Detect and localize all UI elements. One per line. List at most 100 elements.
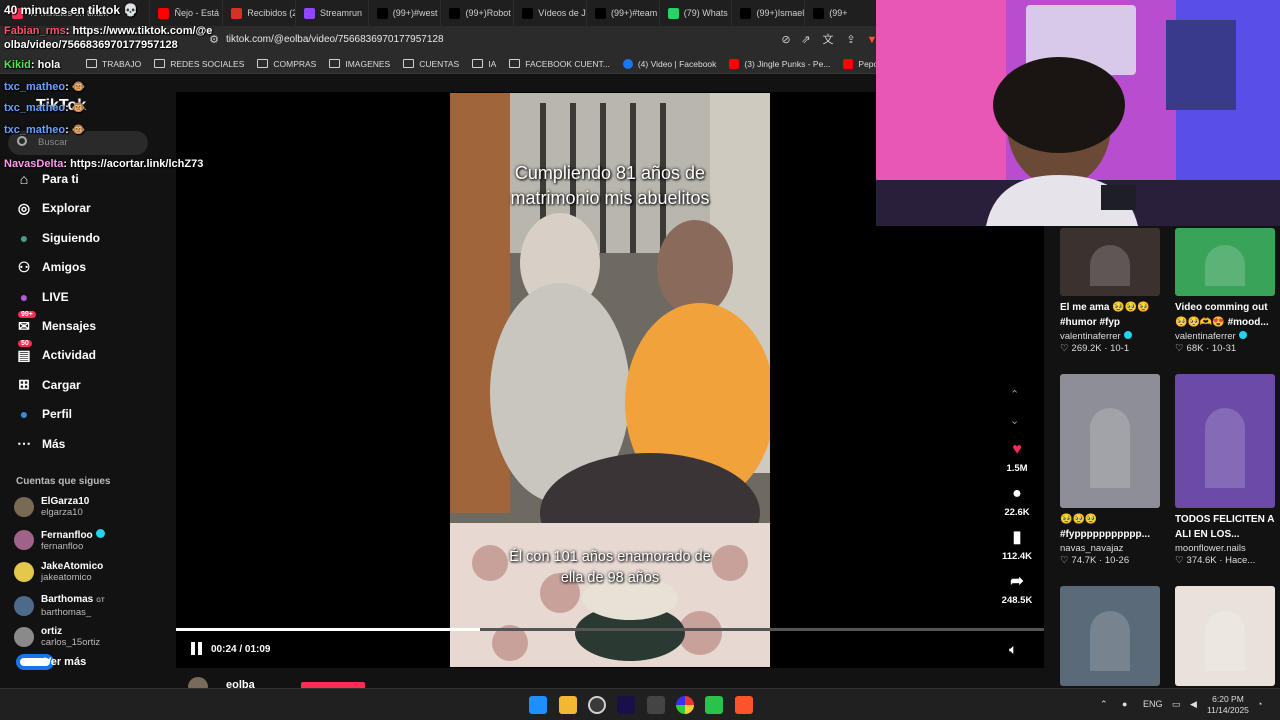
following-icon: ● [19,229,29,246]
video-title[interactable]: El me ama 🥹🥹🥹 #humor #fyp [1060,300,1160,330]
premiere-icon[interactable] [617,696,635,714]
bookmark-item[interactable]: CUENTAS [403,59,459,69]
brave-icon[interactable] [735,696,753,714]
browser-tab[interactable]: (99+)#team [587,0,660,26]
open-in-app-icon[interactable]: ⇗ [800,34,812,46]
browser-tab[interactable]: (79) Whats [660,0,733,26]
browser-tab[interactable]: Recibidos (2 [223,0,296,26]
video-thumbnail[interactable] [1060,586,1160,686]
recommended-video[interactable]: Video comming out 🥺🥺🫶😍 #mood... valentina… [1175,228,1275,354]
video-title[interactable]: Video comming out 🥺🥺🫶😍 #mood... [1175,300,1275,330]
previous-video-icon[interactable]: ⌃ [1010,388,1019,401]
recommended-video[interactable] [1060,586,1160,686]
following-account[interactable]: ortiz carlos_15ortiz [14,626,100,648]
nav-item-mensajes[interactable]: ✉ 99+ Mensajes [14,311,96,336]
language-indicator[interactable]: ENG [1143,699,1163,709]
nav-item-siguiendo[interactable]: ● Siguiendo [14,228,100,248]
account-name: ElGarza10 [41,496,90,507]
video-thumbnail[interactable] [1175,586,1275,686]
search-input[interactable]: Buscar [38,137,68,148]
browser-tab[interactable]: (99+)Robot [441,0,515,26]
following-account[interactable]: JakeAtomico jakeatomico [14,561,103,583]
browser-tab[interactable]: Streamrun [296,0,369,26]
video-progress-bar[interactable] [176,628,1044,631]
video-thumbnail[interactable] [1175,228,1275,296]
speaker-icon[interactable]: ◀ [1190,699,1197,710]
next-video-icon[interactable]: ⌄ [1010,414,1019,427]
nav-item-live[interactable]: ● LIVE [14,287,69,307]
video-author[interactable]: navas_navajaz [1060,543,1160,554]
nav-item-más[interactable]: ⋯ Más [14,434,65,454]
share-button[interactable]: ➦ 248.5K [995,573,1039,606]
nav-item-explorar[interactable]: ◎ Explorar [14,198,91,218]
chrome-icon[interactable] [676,696,694,714]
comment-button[interactable]: ● 22.6K [995,485,1039,518]
tracking-off-icon[interactable]: ⊘ [780,34,792,46]
video-title[interactable]: TODOS FELICITEN A ALI EN LOS... [1175,512,1275,542]
video-thumbnail[interactable] [1060,228,1160,296]
bookmark-item[interactable]: FACEBOOK CUENT... [509,59,610,69]
nav-label: Cargar [42,377,81,392]
video-title[interactable]: 🥹🥹🥹 #fyppppppppppp... [1060,512,1160,542]
bookmark-label: (4) Video | Facebook [637,58,717,69]
browser-tab[interactable]: (99+ [805,0,878,26]
tab-favicon-icon [740,7,752,19]
account-name: Fernanfloo [41,529,93,541]
bookmark-item[interactable]: (3) Jingle Punks - Pe... [729,58,831,69]
chat-username: Fabian_rms [4,25,66,37]
browser-tab[interactable]: (99+)Ismael [732,0,806,26]
following-account[interactable]: Fernanfloo fernanfloo [14,528,105,552]
bookmark-item[interactable]: REDES SOCIALES [154,59,244,69]
url-field[interactable]: tiktok.com/@eolba/video/7566836970177957… [226,34,444,45]
browser-tab[interactable]: Ñejo - Está [150,0,224,26]
see-more-link[interactable]: Ver más [16,654,86,670]
share-icon[interactable]: ⇪ [845,34,857,46]
obs-icon[interactable] [588,696,606,714]
tray-expand-icon[interactable]: ⌃ [1100,699,1108,710]
notification-bell-icon[interactable]: ◔ [1257,699,1262,709]
tab-label: (79) Whats [683,8,728,18]
browser-tab[interactable]: (99+)#west [369,0,442,26]
recommended-video[interactable]: TODOS FELICITEN A ALI EN LOS... moonflowe… [1175,374,1275,566]
network-icon[interactable]: ▭ [1172,699,1181,710]
bookmark-item[interactable]: (4) Video | Facebook [622,58,717,69]
nav-item-perfil[interactable]: ● Perfil [14,404,72,424]
browser-tab[interactable]: Vídeos de J [514,0,587,26]
nav-item-actividad[interactable]: ▤ 50 Actividad [14,340,97,365]
nav-label: Actividad [42,348,97,363]
video-author[interactable]: valentinaferrer [1060,331,1160,342]
bookmark-label: (3) Jingle Punks - Pe... [744,58,831,69]
following-account[interactable]: ElGarza10 elgarza10 [14,496,89,518]
video-likes: 374.6K [1186,555,1217,566]
recommended-video[interactable]: El me ama 🥹🥹🥹 #humor #fyp valentinaferrer… [1060,228,1160,354]
like-button[interactable]: ♥ 1.5M [995,441,1039,474]
account-name-row: JakeAtomico [41,561,103,572]
video-thumbnail[interactable] [1060,374,1160,508]
video-thumbnail[interactable] [1175,374,1275,508]
pause-button[interactable] [191,642,203,656]
volume-icon[interactable]: 🔈︎ [1009,641,1017,658]
save-button[interactable]: ▮ 112.4K [995,529,1039,562]
file-explorer-icon[interactable] [559,696,577,714]
video-author[interactable]: moonflower.nails [1175,543,1275,554]
following-account[interactable]: Barthomas GT barthomas_ [14,594,105,618]
bookmark-item[interactable]: COMPRAS [257,59,316,69]
recommended-video[interactable] [1175,586,1275,686]
nav-item-para-ti[interactable]: ⌂ Para ti [14,169,79,189]
video-player[interactable]: Cumpliendo 81 años de matrimonio mis abu… [450,93,770,667]
bookmark-item[interactable]: IMAGENES [329,59,390,69]
account-handle: elgarza10 [41,507,83,518]
media-player-icon[interactable] [705,696,723,714]
microphone-icon[interactable]: ● [1122,699,1127,709]
start-icon[interactable] [529,696,547,714]
bookmark-item[interactable]: IA [472,59,496,69]
nav-item-cargar[interactable]: ⊞ Cargar [14,375,81,395]
clock[interactable]: 6:20 PM 11/14/2025 [1207,694,1249,716]
chat-text: 🐵 [71,81,86,93]
recommended-video[interactable]: 🥹🥹🥹 #fyppppppppppp... navas_navajaz ♡ 74.7K… [1060,374,1160,566]
bookmark-item[interactable]: TRABAJO [86,59,141,69]
app-icon[interactable] [647,696,665,714]
video-author[interactable]: valentinaferrer [1175,331,1275,342]
translate-icon[interactable]: 文 [822,34,834,46]
nav-item-amigos[interactable]: ⚇ Amigos [14,257,86,277]
